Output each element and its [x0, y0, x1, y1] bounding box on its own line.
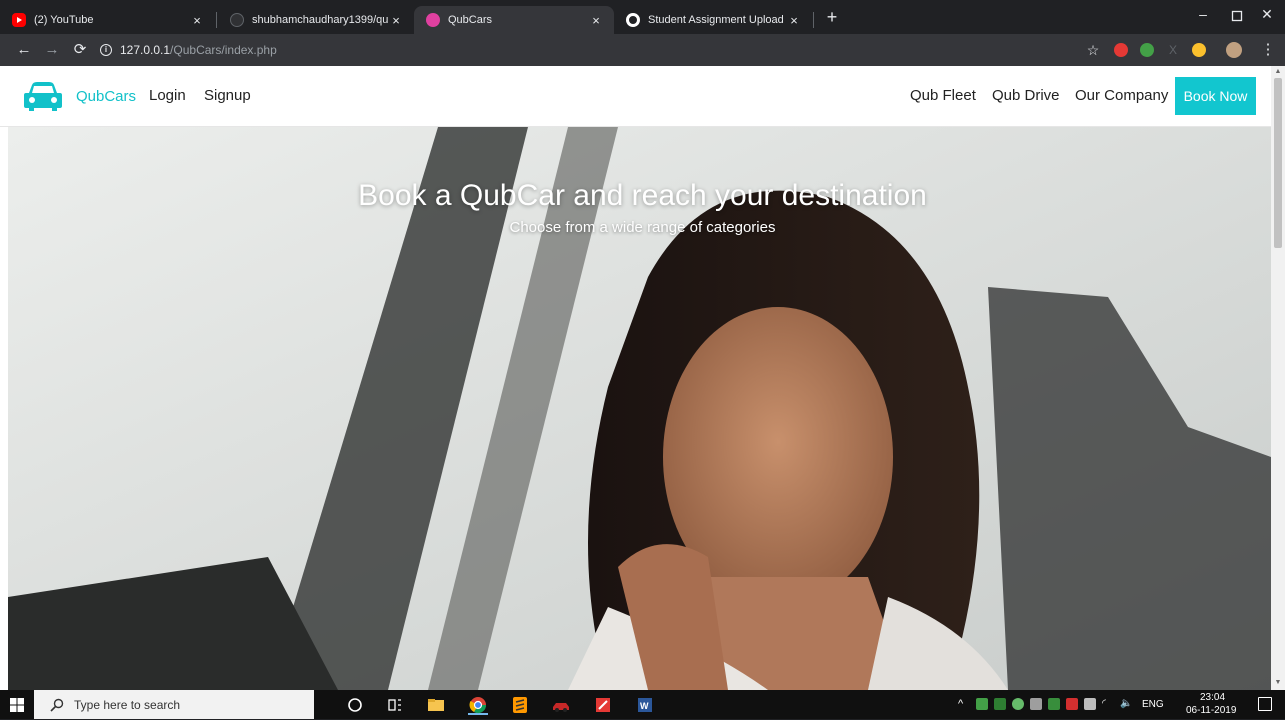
extension-red-icon[interactable] [1114, 43, 1128, 57]
word-icon[interactable]: W [635, 695, 655, 715]
close-window-icon[interactable]: ✕ [1252, 6, 1282, 23]
battery-icon[interactable] [1084, 698, 1096, 710]
car-game-icon[interactable] [551, 695, 571, 715]
brand[interactable]: QubCars [24, 81, 136, 111]
back-icon[interactable]: ← [14, 40, 34, 60]
bookmark-star-icon[interactable]: ☆ [1083, 40, 1103, 60]
clock-time[interactable]: 23:04 [1200, 692, 1225, 703]
tray-app-gray-icon[interactable] [1030, 698, 1042, 710]
url-path: /QubCars/index.php [170, 43, 277, 57]
scroll-up-icon[interactable]: ▲ [1274, 68, 1282, 76]
maximize-icon[interactable] [1222, 6, 1252, 25]
browser-tabstrip: (2) YouTube × shubhamchaudhary1399/qubca… [0, 0, 1285, 34]
hero-title: Book a QubCar and reach your destination [358, 179, 927, 212]
site-navbar: QubCars Login Signup Qub Fleet Qub Drive… [0, 66, 1271, 127]
brand-label: QubCars [76, 87, 137, 105]
youtube-icon [12, 13, 26, 27]
tab-qubcars[interactable]: QubCars × [414, 6, 614, 34]
github-icon [230, 13, 244, 27]
language-indicator[interactable]: ENG [1142, 699, 1164, 710]
tray-chevron-up-icon[interactable]: ^ [958, 698, 970, 710]
wifi-icon[interactable]: ◜ [1102, 698, 1114, 710]
globe-icon [626, 13, 640, 27]
scroll-down-icon[interactable]: ▼ [1274, 679, 1282, 687]
tab-separator [216, 12, 217, 28]
volume-icon[interactable]: 🔈 [1120, 698, 1132, 710]
tray-app-leaf-icon[interactable] [1012, 698, 1024, 710]
address-bar[interactable]: i 127.0.0.1/QubCars/index.php [100, 38, 1110, 62]
tab-title: shubhamchaudhary1399/qubcar [252, 14, 388, 26]
tab-title: QubCars [448, 14, 493, 26]
our-company-link[interactable]: Our Company [1075, 87, 1168, 104]
close-tab-icon[interactable]: × [388, 13, 404, 28]
qub-fleet-link[interactable]: Qub Fleet [910, 87, 976, 104]
tray-app-green-icon[interactable] [976, 698, 988, 710]
scrollbar-thumb[interactable] [1274, 78, 1282, 248]
profile-avatar[interactable] [1226, 42, 1242, 58]
hero-subtitle: Choose from a wide range of categories [509, 219, 776, 236]
task-view-icon[interactable] [385, 695, 405, 715]
search-icon [50, 698, 64, 712]
chrome-icon[interactable] [468, 695, 488, 715]
close-tab-icon[interactable]: × [189, 13, 205, 28]
tab-title: Student Assignment Upload [648, 14, 784, 26]
windows-start-icon[interactable] [10, 698, 24, 712]
paint-app-icon[interactable] [593, 695, 613, 715]
tab-github[interactable]: shubhamchaudhary1399/qubcar × [218, 6, 414, 34]
sublime-text-icon[interactable] [510, 695, 530, 715]
tab-youtube[interactable]: (2) YouTube × [0, 6, 215, 34]
book-now-button[interactable]: Book Now [1175, 77, 1256, 115]
close-tab-icon[interactable]: × [588, 13, 604, 28]
taskbar-search[interactable]: Type here to search [34, 690, 314, 719]
signup-link[interactable]: Signup [204, 87, 251, 104]
qubcars-icon [426, 13, 440, 27]
forward-icon[interactable]: → [42, 40, 62, 60]
reload-icon[interactable]: ⟳ [70, 40, 90, 60]
search-placeholder: Type here to search [74, 697, 181, 712]
extension-yellow-icon[interactable] [1192, 43, 1206, 57]
new-tab-button[interactable]: + [822, 8, 842, 28]
tray-app-car-icon[interactable] [1066, 698, 1078, 710]
car-icon [24, 81, 62, 111]
clock-date[interactable]: 06-11-2019 [1186, 705, 1236, 716]
login-link[interactable]: Login [149, 87, 186, 104]
extension-green-icon[interactable] [1140, 43, 1154, 57]
page-viewport: QubCars Login Signup Qub Fleet Qub Drive… [0, 66, 1285, 690]
file-explorer-icon[interactable] [426, 695, 446, 715]
browser-toolbar: ← → ⟳ i 127.0.0.1/QubCars/index.php ☆ X … [0, 34, 1285, 66]
site-info-icon[interactable]: i [100, 44, 112, 56]
qub-drive-link[interactable]: Qub Drive [992, 87, 1060, 104]
tab-separator [813, 12, 814, 28]
windows-taskbar: Type here to search W ^ ◜ 🔈 ENG 23:04 06… [0, 690, 1285, 719]
extension-x-icon[interactable]: X [1166, 43, 1180, 57]
tray-app-chat-icon[interactable] [1048, 698, 1060, 710]
minimize-icon[interactable]: – [1188, 6, 1218, 22]
page-scrollbar[interactable]: ▲ ▼ [1271, 66, 1285, 690]
tab-student-assignment[interactable]: Student Assignment Upload × [614, 6, 812, 34]
menu-kebab-icon[interactable]: ⋮ [1258, 40, 1278, 60]
tray-app-q-icon[interactable] [994, 698, 1006, 710]
svg-text:W: W [640, 701, 649, 711]
url-host: 127.0.0.1 [120, 43, 171, 57]
close-tab-icon[interactable]: × [786, 13, 802, 28]
tab-title: (2) YouTube [34, 14, 94, 26]
action-center-icon[interactable] [1258, 697, 1272, 711]
cortana-icon[interactable] [345, 695, 365, 715]
